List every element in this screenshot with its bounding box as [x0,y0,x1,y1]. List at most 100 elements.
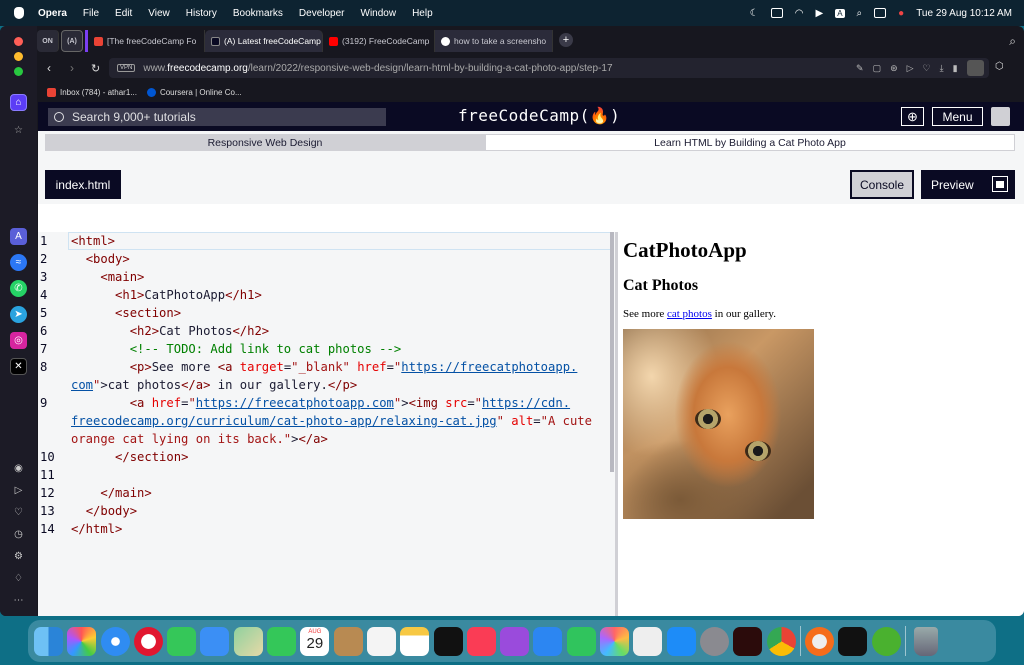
menu-bookmarks[interactable]: Bookmarks [233,8,283,19]
launchpad-icon[interactable] [67,626,97,656]
menu-help[interactable]: Help [412,8,433,19]
avatar[interactable] [991,107,1010,126]
whatsapp-icon[interactable]: ✆ [10,280,27,297]
aria-icon[interactable]: A [10,228,27,245]
wifi-icon[interactable]: ◠ [795,8,804,19]
line-number: 8 [40,360,48,374]
messages-icon[interactable] [167,626,197,656]
popout-icon[interactable] [992,176,1008,192]
new-tab-icon[interactable]: + [559,33,573,47]
podcasts-icon[interactable] [500,626,530,656]
cat-photos-link[interactable]: cat photos [667,308,712,320]
language-globe-icon[interactable]: ⊕ [901,107,924,126]
tab-gmail[interactable]: [The freeCodeCamp Fo [85,30,205,52]
address-bar-actions-icon[interactable]: ✎▢⊛▷♡⤓▮◐ [856,63,981,74]
minimize-window-button[interactable] [14,52,23,61]
menu-file[interactable]: File [83,8,99,19]
menu-developer[interactable]: Developer [299,8,345,19]
moon-icon[interactable]: ☾ [750,8,759,19]
facetime-icon[interactable] [267,626,297,656]
datetime[interactable]: Tue 29 Aug 10:12 AM [916,8,1012,19]
tab-fcc-forum[interactable]: (A) Latest freeCodeCamp S [205,30,323,52]
lightbulb-icon[interactable]: ♢ [10,570,27,587]
settings-gear-icon[interactable]: ⚙ [10,548,27,565]
cat-image[interactable] [623,329,814,519]
profile-icon[interactable] [967,60,984,76]
menu-edit[interactable]: Edit [115,8,132,19]
epic-games-icon[interactable] [838,626,868,656]
pinned-tab-2[interactable]: (A) [61,30,83,52]
menu-app-name[interactable]: Opera [38,8,67,19]
tab-youtube[interactable]: (3192) FreeCodeCamp [323,30,435,52]
close-window-button[interactable] [14,37,23,46]
chrome-icon[interactable] [766,626,796,656]
play-icon[interactable]: ▶ [815,8,823,19]
finder-icon[interactable] [34,626,63,656]
zoom-window-button[interactable] [14,67,23,76]
home-icon[interactable]: ⌂ [10,94,27,111]
textedit-icon[interactable] [633,626,663,656]
system-settings-icon[interactable] [699,626,729,656]
photos-icon[interactable] [600,626,630,656]
url-field[interactable]: VPN www. freecodecamp.org/learn/2022/resp… [109,58,989,78]
pinned-tab-1[interactable]: ON [37,30,59,52]
keynote-icon[interactable] [533,626,563,656]
input-source-icon[interactable]: A [835,8,845,18]
editor-scrollbar[interactable] [610,232,614,472]
forward-icon[interactable]: › [70,61,74,75]
breadcrumb-project[interactable]: Learn HTML by Building a Cat Photo App [485,134,1015,151]
telegram-icon[interactable]: ➤ [10,306,27,323]
star-icon[interactable]: ☆ [10,122,27,139]
file-tab-index-html[interactable]: index.html [45,170,121,199]
tab-search-icon[interactable]: ⌕ [1009,34,1016,49]
instagram-icon[interactable]: ◎ [10,332,27,349]
back-icon[interactable]: ‹ [47,61,51,75]
console-button[interactable]: Console [850,170,914,199]
app-store-icon[interactable] [666,626,696,656]
preview-button[interactable]: Preview [921,170,1015,199]
search-input[interactable]: Search 9,000+ tutorials [48,108,386,126]
numbers-icon[interactable] [566,626,596,656]
heart-icon[interactable]: ♡ [10,504,27,521]
trash-icon[interactable] [914,626,939,656]
menu-view[interactable]: View [148,8,170,19]
mail-icon[interactable] [200,626,230,656]
calendar-icon[interactable]: AUG 29 [300,626,330,656]
reload-icon[interactable]: ↻ [91,62,100,75]
bookmark-coursera[interactable]: Coursera | Online Co... [146,87,242,97]
flash-icon[interactable] [733,626,763,656]
menu-button[interactable]: Menu [932,107,983,126]
contacts-icon[interactable] [333,626,363,656]
siri-icon[interactable]: ● [898,8,904,19]
more-icon[interactable]: ⋯ [10,592,27,609]
bookmark-inbox[interactable]: Inbox (784) - athar1... [47,87,137,97]
reminders-icon[interactable] [366,626,396,656]
origin-icon[interactable] [805,626,835,656]
maps-icon[interactable] [233,626,263,656]
utorrent-icon[interactable] [871,626,901,656]
vpn-badge[interactable]: VPN [117,64,136,72]
fcc-logo[interactable]: freeCodeCamp(🔥) [458,106,620,125]
safari-icon[interactable] [100,626,130,656]
apple-tv-icon[interactable] [433,626,463,656]
opera-icon[interactable] [133,626,163,656]
control-center-icon[interactable] [874,8,887,18]
tab-fcc-forum-label: (A) Latest freeCodeCamp S [224,36,323,46]
breadcrumb-course[interactable]: Responsive Web Design [45,134,494,151]
menu-window[interactable]: Window [361,8,397,19]
player-icon[interactable]: ◉ [10,460,27,477]
history-icon[interactable]: ◷ [10,526,27,543]
music-icon[interactable] [466,626,496,656]
x-icon[interactable]: ✕ [10,358,27,375]
apple-menu-icon[interactable] [14,7,24,19]
extensions-icon[interactable]: ⬡ [995,61,1004,72]
tab-google[interactable]: how to take a screensho [435,30,553,52]
battery-icon[interactable] [770,8,783,18]
code-editor[interactable]: 1 2 3 4 5 6 7 8 9 10 11 12 13 14 <html> <body> <main>… [38,232,615,616]
menu-history[interactable]: History [186,8,217,19]
notes-icon[interactable] [400,626,430,656]
send-icon[interactable]: ▷ [10,482,27,499]
messenger-icon[interactable]: ≈ [10,254,27,271]
search-icon[interactable]: ⌕ [857,8,863,19]
